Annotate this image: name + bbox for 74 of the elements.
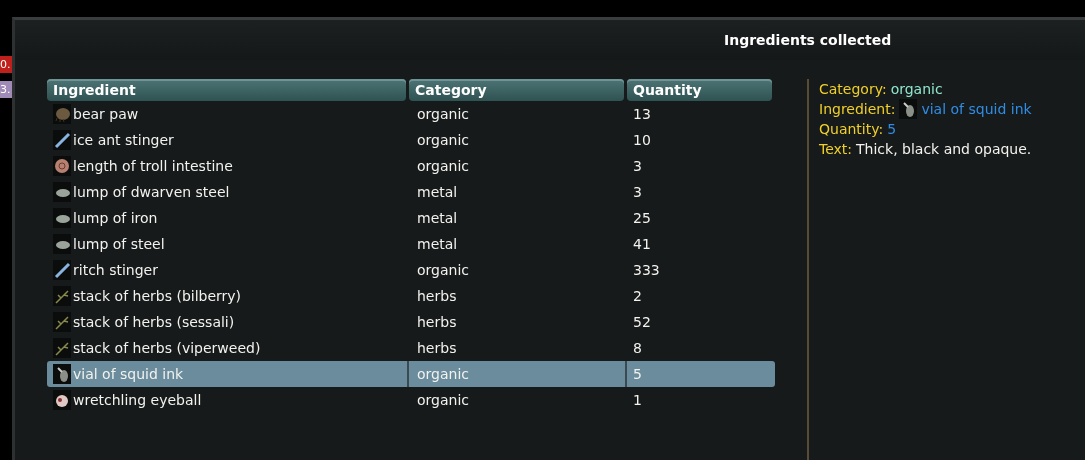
ingredient-name: bear paw bbox=[73, 106, 139, 122]
category-text: organic bbox=[417, 262, 469, 278]
category-text: organic bbox=[417, 392, 469, 408]
table-row[interactable]: stack of herbs (bilberry) herbs 2 bbox=[47, 283, 775, 309]
ingredient-name: wretchling eyeball bbox=[73, 392, 202, 408]
category-text: herbs bbox=[417, 288, 457, 304]
ore-icon bbox=[53, 182, 71, 202]
category-text: organic bbox=[417, 158, 469, 174]
ingredient-name: stack of herbs (bilberry) bbox=[73, 288, 242, 304]
table-row[interactable]: stack of herbs (sessali) herbs 52 bbox=[47, 309, 775, 335]
quantity-text: 5 bbox=[633, 366, 642, 382]
ingredient-name: lump of dwarven steel bbox=[73, 184, 230, 200]
ingredient-name: ice ant stinger bbox=[73, 132, 174, 148]
category-text: metal bbox=[417, 236, 458, 252]
herb-icon bbox=[53, 286, 71, 306]
column-header[interactable]: Quantity bbox=[627, 79, 772, 101]
detail-value: Thick, black and opaque. bbox=[856, 140, 1032, 159]
category-text: organic bbox=[417, 366, 469, 382]
quantity-text: 13 bbox=[633, 106, 651, 122]
vial-icon bbox=[53, 364, 71, 384]
category-text: herbs bbox=[417, 340, 457, 356]
category-text: metal bbox=[417, 210, 458, 226]
herb-icon bbox=[53, 338, 71, 358]
ore-icon bbox=[53, 208, 71, 228]
quantity-text: 8 bbox=[633, 340, 642, 356]
table-row[interactable]: lump of steel metal 41 bbox=[47, 231, 775, 257]
table-row[interactable]: lump of dwarven steel metal 3 bbox=[47, 179, 775, 205]
ingredient-name: ritch stinger bbox=[73, 262, 158, 278]
quantity-text: 1 bbox=[633, 392, 642, 408]
table-row[interactable]: length of troll intestine organic 3 bbox=[47, 153, 775, 179]
ingredient-name: stack of herbs (viperweed) bbox=[73, 340, 261, 356]
ingredient-name: lump of iron bbox=[73, 210, 158, 226]
quantity-text: 333 bbox=[633, 262, 660, 278]
vial-icon bbox=[899, 99, 918, 119]
detail-value: 5 bbox=[887, 120, 897, 139]
column-header[interactable]: Ingredient bbox=[47, 79, 406, 101]
ingredient-name: vial of squid ink bbox=[73, 366, 184, 382]
category-text: organic bbox=[417, 106, 469, 122]
table-row[interactable]: bear paw organic 13 bbox=[47, 101, 775, 127]
quantity-text: 41 bbox=[633, 236, 651, 252]
quantity-text: 52 bbox=[633, 314, 651, 330]
detail-value: organic bbox=[890, 80, 943, 99]
quantity-text: 25 bbox=[633, 210, 651, 226]
herb-icon bbox=[53, 312, 71, 332]
eyeball-icon bbox=[53, 390, 71, 410]
stinger-icon bbox=[53, 260, 71, 280]
window-title: Ingredients collected bbox=[724, 32, 892, 48]
ingredient-name: lump of steel bbox=[73, 236, 165, 252]
table-row[interactable]: ritch stinger organic 333 bbox=[47, 257, 775, 283]
detail-value[interactable]: vial of squid ink bbox=[921, 99, 1032, 119]
ingredient-name: stack of herbs (sessali) bbox=[73, 314, 235, 330]
stinger-icon bbox=[53, 130, 71, 150]
stat-badge: 0. bbox=[0, 56, 12, 73]
category-text: herbs bbox=[417, 314, 457, 330]
category-text: metal bbox=[417, 184, 458, 200]
table-row[interactable]: ice ant stinger organic 10 bbox=[47, 127, 775, 153]
ingredient-name: length of troll intestine bbox=[73, 158, 233, 174]
table-row[interactable]: stack of herbs (viperweed) herbs 8 bbox=[47, 335, 775, 361]
detail-label: Category: bbox=[819, 80, 887, 99]
quantity-text: 10 bbox=[633, 132, 651, 148]
category-text: organic bbox=[417, 132, 469, 148]
ore-icon bbox=[53, 234, 71, 254]
quantity-text: 2 bbox=[633, 288, 642, 304]
quantity-text: 3 bbox=[633, 158, 642, 174]
detail-label: Text: bbox=[819, 140, 853, 159]
table-row[interactable]: lump of iron metal 25 bbox=[47, 205, 775, 231]
column-header[interactable]: Category bbox=[409, 79, 624, 101]
stat-badge: 3. bbox=[0, 81, 12, 98]
coil-icon bbox=[53, 156, 71, 176]
detail-label: Ingredient: bbox=[819, 100, 896, 119]
quantity-text: 3 bbox=[633, 184, 642, 200]
table-row[interactable]: wretchling eyeball organic 1 bbox=[47, 387, 775, 413]
paw-icon bbox=[53, 104, 71, 124]
detail-label: Quantity: bbox=[819, 120, 884, 139]
